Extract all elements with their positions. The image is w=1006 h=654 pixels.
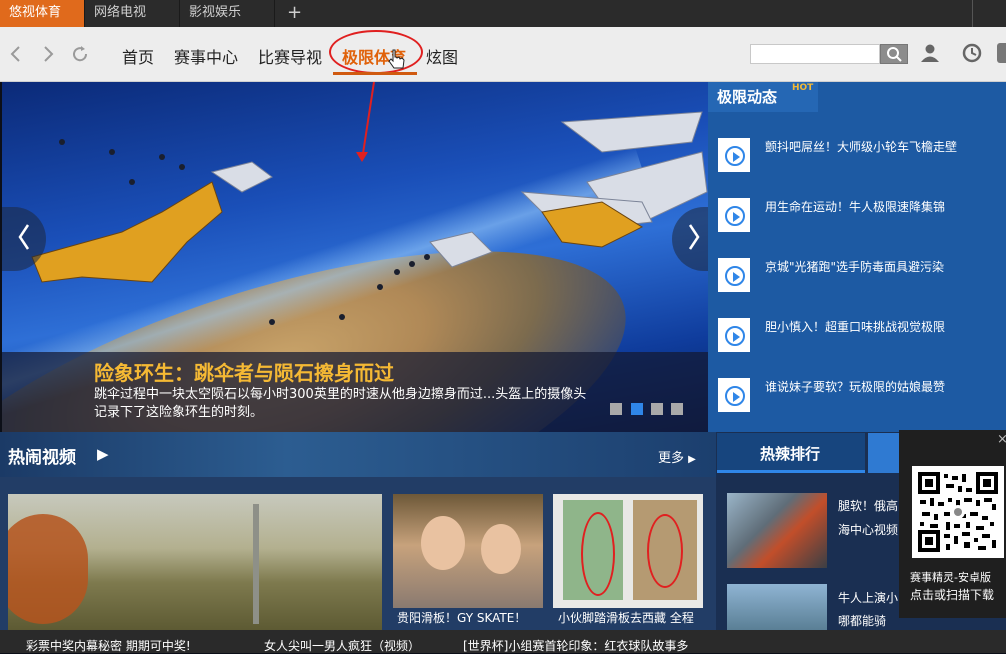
close-icon[interactable]: × — [997, 432, 1006, 447]
annotation-circle — [581, 512, 615, 596]
hot-videos-title[interactable]: 热闹视频 — [8, 443, 76, 468]
tab-bar-divider — [972, 0, 973, 27]
news-item-label[interactable]: 谁说妹子要软？玩极限的姑娘最赞 — [765, 378, 945, 395]
search-button[interactable] — [880, 44, 908, 64]
news-item[interactable]: 谁说妹子要软？玩极限的姑娘最赞 — [716, 376, 996, 414]
video-caption[interactable]: 小伙脚踏滑板去西藏 全程 — [558, 609, 694, 626]
featured-video-thumbnail[interactable] — [8, 494, 382, 630]
news-item-label[interactable]: 颤抖吧屌丝！大师级小轮车飞檐走壁 — [765, 138, 957, 155]
slider-dot-1[interactable] — [610, 403, 622, 415]
ranking-thumbnail[interactable] — [727, 584, 827, 630]
annotation-ellipse — [329, 30, 423, 74]
menu-gallery[interactable]: 炫图 — [426, 44, 458, 68]
ticker-item[interactable]: 女人尖叫一男人疯狂（视频） — [264, 637, 420, 654]
ranking-item-label[interactable]: 海中心视频 — [838, 521, 898, 538]
qr-code-icon[interactable] — [912, 466, 1004, 558]
more-arrow-icon: ▶ — [688, 454, 696, 465]
hero-slider[interactable]: 险象环生：跳伞者与陨石擦身而过 跳伞过程中一块太空陨石以每小时300英里的时速从… — [2, 82, 708, 432]
slider-dot-2[interactable] — [631, 403, 643, 415]
news-item[interactable]: 颤抖吧屌丝！大师级小轮车飞檐走壁 — [716, 136, 996, 174]
history-clock-icon[interactable] — [962, 43, 982, 67]
more-link[interactable]: 更多 ▶ — [658, 447, 696, 466]
hero-description: 跳伞过程中一块太空陨石以每小时300英里的时速从他身边擦身而过...头盔上的摄像… — [94, 387, 587, 420]
annotation-circle — [647, 514, 683, 588]
play-icon — [716, 136, 752, 174]
play-icon — [716, 196, 752, 234]
menu-match-guide[interactable]: 比赛导视 — [258, 44, 322, 68]
app-download-title: 赛事精灵-安卓版 — [910, 571, 991, 584]
app-download-hint: 点击或扫描下载 — [910, 588, 995, 602]
menu-icon[interactable] — [997, 43, 1006, 63]
play-arrow-icon[interactable]: ▶ — [97, 445, 109, 463]
hero-title[interactable]: 险象环生：跳伞者与陨石擦身而过 — [94, 357, 394, 386]
search-icon — [887, 47, 902, 62]
thumbnail-face — [421, 516, 465, 570]
news-item-label[interactable]: 京城"光猪跑"选手防毒面具避污染 — [765, 258, 944, 275]
tab-youshi-sports[interactable]: 悠视体育 — [0, 0, 85, 27]
video-thumbnail-tibet[interactable] — [553, 494, 703, 608]
ranking-item-label[interactable]: 腿软！俄高 — [838, 497, 898, 514]
menu-home[interactable]: 首页 — [122, 44, 154, 68]
tab-network-tv[interactable]: 网络电视 — [85, 0, 180, 27]
thumbnail-pole-shape — [253, 504, 259, 624]
slider-dot-4[interactable] — [671, 403, 683, 415]
play-icon — [716, 376, 752, 414]
extreme-news-title: 极限动态 — [717, 88, 778, 106]
play-icon — [716, 316, 752, 354]
news-item[interactable]: 用生命在运动！牛人极限速降集锦 — [716, 196, 996, 234]
tab-film-entertainment[interactable]: 影视娱乐 — [180, 0, 275, 27]
forward-icon[interactable] — [37, 43, 59, 65]
news-item[interactable]: 胆小慎入！超重口味挑战视觉极限 — [716, 316, 996, 354]
thumbnail-face — [481, 524, 521, 574]
news-item[interactable]: 京城"光猪跑"选手防毒面具避污染 — [716, 256, 996, 294]
thumbnail-foreground-shape — [8, 514, 88, 624]
play-icon — [716, 256, 752, 294]
ticker-item[interactable]: 彩票中奖内幕秘密 期期可中奖! — [26, 637, 191, 654]
news-item-label[interactable]: 胆小慎入！超重口味挑战视觉极限 — [765, 318, 945, 335]
slider-dot-3[interactable] — [651, 403, 663, 415]
new-tab-button[interactable]: + — [278, 0, 306, 27]
ranking-thumbnail[interactable] — [727, 493, 827, 568]
news-item-label[interactable]: 用生命在运动！牛人极限速降集锦 — [765, 198, 945, 215]
ranking-item-label[interactable]: 哪都能骑 — [838, 612, 886, 629]
more-label[interactable]: 更多 — [658, 451, 684, 466]
menu-event-center[interactable]: 赛事中心 — [174, 44, 238, 68]
cursor-hand-icon — [388, 48, 406, 74]
video-thumbnail-skate[interactable] — [393, 494, 543, 608]
ticker-item[interactable]: [世界杯]小组赛首轮印象：红衣球队故事多 — [463, 637, 688, 654]
video-caption[interactable]: 贵阳滑板！GY SKATE！ — [397, 609, 526, 626]
ranking-title[interactable]: 热辣排行 — [760, 443, 820, 464]
search-input[interactable] — [750, 44, 880, 64]
user-icon[interactable] — [920, 43, 940, 67]
back-icon[interactable] — [5, 43, 27, 65]
refresh-icon[interactable] — [69, 43, 91, 65]
ranking-item-label[interactable]: 牛人上演小 — [838, 589, 898, 606]
hot-badge: HOT — [792, 83, 814, 93]
